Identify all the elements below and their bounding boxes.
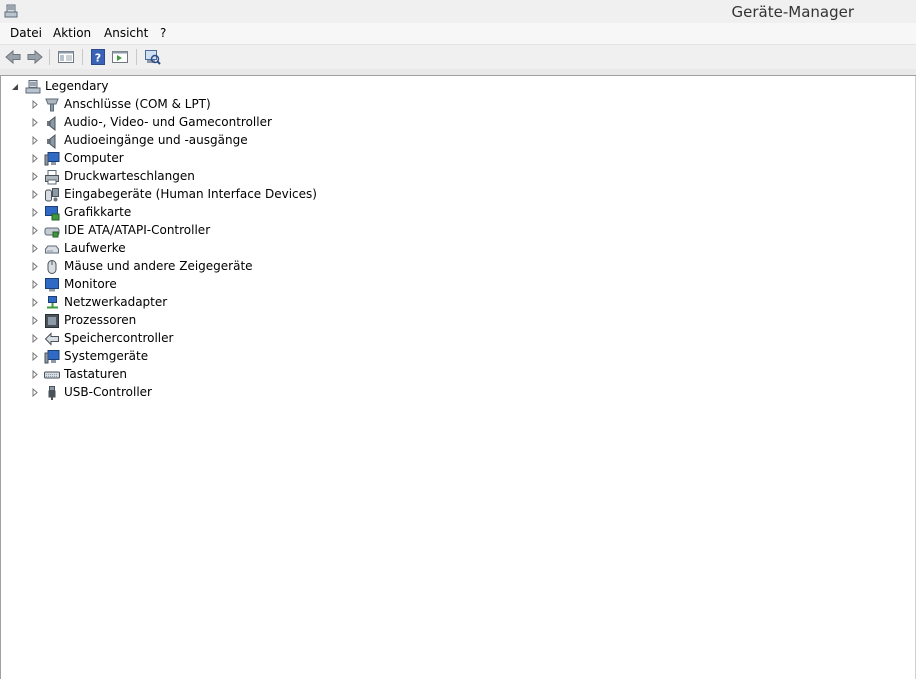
tree-root[interactable]: Legendary (1, 78, 301, 96)
expand-arrow-icon[interactable] (31, 280, 39, 289)
tree-item[interactable]: Mäuse und andere Zeigegeräte (1, 258, 401, 276)
tree-item-label: Grafikkarte (64, 205, 132, 219)
tree-item-label: Druckwarteschlangen (64, 169, 195, 183)
toolbar-separator (82, 49, 83, 65)
system-devices-icon (44, 350, 60, 364)
expand-arrow-icon[interactable] (31, 190, 39, 199)
back-icon[interactable] (4, 48, 22, 66)
tree-item[interactable]: Eingabegeräte (Human Interface Devices) (1, 186, 401, 204)
expand-arrow-icon[interactable] (31, 226, 39, 235)
expand-arrow-icon[interactable] (31, 334, 39, 343)
expand-arrow-icon[interactable] (31, 136, 39, 145)
menu-ansicht[interactable]: Ansicht (104, 26, 148, 40)
toolbar-divider (0, 69, 916, 76)
disk-drive-icon (45, 245, 59, 254)
mouse-icon (47, 260, 57, 274)
tree-item[interactable]: Audio-, Video- und Gamecontroller (1, 114, 401, 132)
menu-datei[interactable]: Datei (10, 26, 42, 40)
tree-item-label: Anschlüsse (COM & LPT) (64, 97, 211, 111)
tree-item[interactable]: Speichercontroller (1, 330, 401, 348)
menu-bar: Datei Aktion Ansicht ? (0, 23, 916, 45)
ide-controller-icon (44, 227, 60, 238)
toolbar: ? (0, 45, 916, 69)
tree-item[interactable]: Anschlüsse (COM & LPT) (1, 96, 401, 114)
tree-root-label: Legendary (45, 79, 109, 93)
expand-arrow-icon[interactable] (31, 370, 39, 379)
tree-item-label: USB-Controller (64, 385, 152, 399)
monitor-icon (45, 278, 59, 292)
tree-item[interactable]: Systemgeräte (1, 348, 401, 366)
tree-item-label: Systemgeräte (64, 349, 149, 363)
tree-item-label: Monitore (64, 277, 117, 291)
help-icon[interactable]: ? (89, 48, 107, 66)
display-adapter-icon (45, 206, 60, 221)
expand-arrow-icon[interactable] (31, 262, 39, 271)
device-tree[interactable]: Legendary Anschlüsse (COM & LPT) Audio-,… (0, 76, 916, 679)
tree-item-label: Netzwerkadapter (64, 295, 168, 309)
keyboard-icon (44, 371, 60, 379)
toolbar-separator (136, 49, 137, 65)
expand-arrow-icon[interactable] (31, 118, 39, 127)
usb-icon (48, 386, 56, 400)
tree-item-label: Laufwerke (64, 241, 126, 255)
tree-item[interactable]: IDE ATA/ATAPI-Controller (1, 222, 401, 240)
expand-arrow-icon[interactable] (31, 244, 39, 253)
tree-item[interactable]: Monitore (1, 276, 401, 294)
window-title: Geräte-Manager (731, 3, 854, 21)
port-icon (45, 98, 59, 112)
tree-item[interactable]: Tastaturen (1, 366, 401, 384)
speaker-icon (47, 115, 56, 131)
tree-item-label: Tastaturen (64, 367, 127, 381)
tree-item[interactable]: Computer (1, 150, 401, 168)
expand-arrow-icon[interactable] (31, 100, 39, 109)
svg-text:?: ? (95, 52, 101, 65)
collapse-arrow-icon[interactable] (11, 82, 19, 91)
tree-item[interactable]: Grafikkarte (1, 204, 401, 222)
expand-arrow-icon[interactable] (31, 298, 39, 307)
hid-icon (45, 188, 59, 202)
expand-arrow-icon[interactable] (31, 154, 39, 163)
tree-item-label: Computer (64, 151, 124, 165)
processor-icon (45, 314, 59, 328)
properties-pane-icon[interactable] (57, 48, 75, 66)
title-bar: Geräte-Manager (0, 0, 916, 23)
tree-item[interactable]: USB-Controller (1, 384, 401, 402)
expand-arrow-icon[interactable] (31, 352, 39, 361)
tree-item-label: Audio-, Video- und Gamecontroller (64, 115, 272, 129)
forward-icon[interactable] (26, 48, 44, 66)
tree-item-label: IDE ATA/ATAPI-Controller (64, 223, 211, 237)
menu-help[interactable]: ? (160, 26, 166, 40)
menu-aktion[interactable]: Aktion (53, 26, 91, 40)
expand-arrow-icon[interactable] (31, 172, 39, 181)
tree-item-label: Eingabegeräte (Human Interface Devices) (64, 187, 317, 201)
toolbar-separator (49, 49, 50, 65)
tree-item[interactable]: Laufwerke (1, 240, 401, 258)
storage-controller-icon (44, 332, 59, 346)
computer-icon (44, 152, 60, 166)
tree-item-label: Audioeingänge und -ausgänge (64, 133, 248, 147)
expand-arrow-icon[interactable] (31, 208, 39, 217)
tree-item[interactable]: Prozessoren (1, 312, 401, 330)
printer-icon (45, 170, 59, 185)
speaker-icon (47, 133, 56, 149)
computer-root-icon (25, 80, 41, 94)
tree-item[interactable]: Netzwerkadapter (1, 294, 401, 312)
tree-item-label: Speichercontroller (64, 331, 174, 345)
scan-hardware-icon[interactable] (143, 48, 161, 66)
tree-item-label: Prozessoren (64, 313, 137, 327)
tree-item-label: Mäuse und andere Zeigegeräte (64, 259, 253, 273)
tree-item[interactable]: Druckwarteschlangen (1, 168, 401, 186)
expand-arrow-icon[interactable] (31, 388, 39, 397)
action-pane-icon[interactable] (111, 48, 129, 66)
network-adapter-icon (47, 296, 58, 309)
expand-arrow-icon[interactable] (31, 316, 39, 325)
tree-item[interactable]: Audioeingänge und -ausgänge (1, 132, 401, 150)
